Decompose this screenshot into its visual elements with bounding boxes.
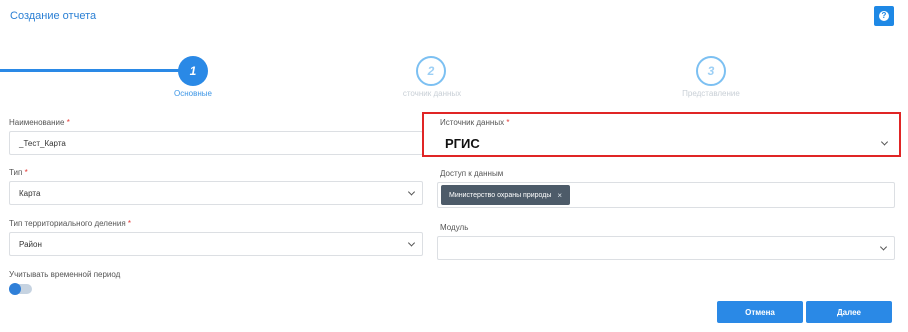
name-label: Наименование *	[9, 118, 70, 127]
territorial-select[interactable]: Район	[9, 232, 423, 256]
help-button[interactable]: ?	[874, 6, 894, 26]
chevron-down-icon	[879, 243, 888, 251]
stepper-progress-line	[0, 69, 180, 72]
close-icon[interactable]: ×	[557, 191, 562, 200]
question-mark-icon: ?	[879, 11, 889, 21]
chevron-down-icon	[407, 188, 416, 196]
next-button[interactable]: Далее	[806, 301, 892, 323]
module-select[interactable]	[437, 236, 895, 260]
source-label: Источник данных *	[440, 118, 510, 127]
chevron-down-icon	[407, 239, 416, 247]
time-period-label: Учитывать временной период	[9, 270, 121, 279]
step-3-circle[interactable]: 3	[696, 56, 726, 86]
step-1-label: Основные	[174, 89, 212, 98]
type-label: Тип *	[9, 168, 28, 177]
step-2-circle[interactable]: 2	[416, 56, 446, 86]
time-period-toggle[interactable]	[9, 283, 32, 295]
step-3-label: Представление	[682, 89, 740, 98]
access-tag: Министерство охраны природы ×	[441, 185, 571, 205]
chevron-down-icon	[880, 138, 889, 146]
type-select[interactable]: Карта	[9, 181, 423, 205]
toggle-knob	[9, 283, 21, 295]
name-input[interactable]: _Тест_Карта	[9, 131, 423, 155]
source-select[interactable]: РГИС	[445, 131, 895, 155]
step-2-label: сточник данных	[402, 89, 462, 98]
territorial-label: Тип территориального деления *	[9, 219, 132, 228]
step-1-circle[interactable]: 1	[178, 56, 208, 86]
cancel-button[interactable]: Отмена	[717, 301, 803, 323]
page-title: Создание отчета	[10, 10, 97, 22]
access-label: Доступ к данным	[440, 169, 504, 178]
module-label: Модуль	[440, 223, 469, 232]
